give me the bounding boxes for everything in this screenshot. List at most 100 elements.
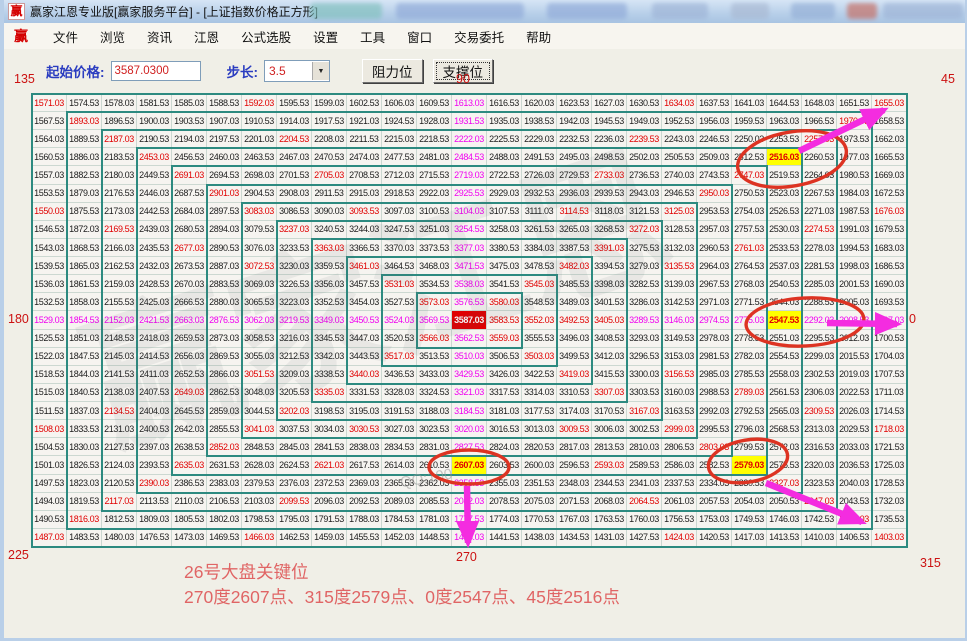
price-cell: 1704.03 <box>872 348 907 366</box>
price-cell: 2918.53 <box>382 185 417 203</box>
price-cell: 1924.53 <box>382 112 417 130</box>
price-cell: 2859.03 <box>207 402 242 420</box>
price-cell: 2866.03 <box>207 366 242 384</box>
chevron-down-icon[interactable]: ▼ <box>312 62 329 80</box>
price-cell: 1466.03 <box>242 529 277 547</box>
price-cell: 2260.53 <box>802 148 837 166</box>
price-cell: 3160.03 <box>662 384 697 402</box>
menu-item[interactable]: 工具 <box>349 24 396 49</box>
price-cell: 2281.53 <box>802 257 837 275</box>
price-cell: 3583.53 <box>487 311 522 329</box>
angle-label-315: 315 <box>920 556 941 570</box>
price-cell: 1557.03 <box>32 166 67 184</box>
price-cell: 1900.03 <box>137 112 172 130</box>
price-cell: 2103.03 <box>242 493 277 511</box>
price-cell: 2957.03 <box>697 221 732 239</box>
price-cell: 1616.53 <box>487 94 522 112</box>
price-cell: 3041.03 <box>242 420 277 438</box>
price-cell: 2838.03 <box>347 438 382 456</box>
price-cell: 2484.53 <box>452 148 487 166</box>
menu-item[interactable]: 资讯 <box>136 24 183 49</box>
price-cell: 1707.53 <box>872 366 907 384</box>
price-cell: 2425.03 <box>137 293 172 311</box>
price-cell: 1987.53 <box>837 203 872 221</box>
price-cell: 1543.03 <box>32 239 67 257</box>
price-cell: 1938.53 <box>522 112 557 130</box>
price-cell: 3436.53 <box>382 366 417 384</box>
menu-item[interactable]: 江恩 <box>183 24 230 49</box>
price-cell: 2106.53 <box>207 493 242 511</box>
price-cell: 1735.53 <box>872 511 907 529</box>
price-cell: 2782.03 <box>732 348 767 366</box>
price-cell: 2127.53 <box>102 438 137 456</box>
menu-item[interactable]: 文件 <box>42 24 89 49</box>
price-cell: 2019.03 <box>837 366 872 384</box>
price-cell: 3422.53 <box>522 366 557 384</box>
price-cell: 2908.03 <box>277 185 312 203</box>
resistance-button[interactable]: 阻力位 <box>362 59 423 83</box>
menu-item[interactable]: 设置 <box>302 24 349 49</box>
price-cell: 1756.53 <box>662 511 697 529</box>
price-cell: 1480.03 <box>102 529 137 547</box>
price-cell: 1763.53 <box>592 511 627 529</box>
price-cell: 1760.03 <box>627 511 662 529</box>
price-cell: 2768.03 <box>732 275 767 293</box>
price-cell: 2743.53 <box>697 166 732 184</box>
censored-blob <box>847 3 877 19</box>
price-cell: 3478.53 <box>522 257 557 275</box>
price-cell: 3275.53 <box>627 239 662 257</box>
price-cell: 2372.53 <box>312 475 347 493</box>
price-cell: 1903.53 <box>172 112 207 130</box>
price-cell: 2120.53 <box>102 475 137 493</box>
price-cell: 2082.03 <box>452 493 487 511</box>
price-cell: 1448.53 <box>417 529 452 547</box>
price-cell: 3247.53 <box>382 221 417 239</box>
step-select[interactable]: 3.5 ▼ <box>264 60 330 82</box>
price-cell: 2803.03 <box>697 438 732 456</box>
price-cell: 2344.53 <box>592 475 627 493</box>
price-cell: 3576.53 <box>452 293 487 311</box>
price-cell: 3034.03 <box>312 420 347 438</box>
price-cell: 2313.03 <box>802 420 837 438</box>
price-cell: 1634.03 <box>662 94 697 112</box>
price-cell: 3527.53 <box>382 293 417 311</box>
menu-item[interactable]: 公式选股 <box>230 24 302 49</box>
price-cell: 2411.03 <box>137 366 172 384</box>
menu-item[interactable]: 窗口 <box>396 24 443 49</box>
price-cell: 3300.03 <box>627 366 662 384</box>
price-cell: 2460.03 <box>207 148 242 166</box>
key-price-cell: 2579.03 <box>732 456 767 474</box>
price-cell: 2138.03 <box>102 384 137 402</box>
price-cell: 1494.03 <box>32 493 67 511</box>
menu-item[interactable]: 浏览 <box>89 24 136 49</box>
price-cell: 2925.53 <box>452 185 487 203</box>
price-cell: 2687.53 <box>172 185 207 203</box>
price-cell: 1452.03 <box>382 529 417 547</box>
price-cell: 3128.53 <box>662 221 697 239</box>
price-cell: 2187.03 <box>102 130 137 148</box>
price-cell: 3447.03 <box>347 330 382 348</box>
menu-item[interactable]: 帮助 <box>515 24 562 49</box>
price-cell: 1420.53 <box>697 529 732 547</box>
price-cell: 3076.03 <box>242 239 277 257</box>
price-cell: 2222.03 <box>452 130 487 148</box>
price-cell: 2341.03 <box>627 475 662 493</box>
price-cell: 3587.03 <box>452 311 487 329</box>
price-cell: 2285.03 <box>802 275 837 293</box>
price-cell: 1522.03 <box>32 348 67 366</box>
start-price-input[interactable] <box>111 61 201 81</box>
price-cell: 3069.03 <box>242 275 277 293</box>
menu-item[interactable]: 交易委托 <box>443 24 515 49</box>
price-cell: 2701.53 <box>277 166 312 184</box>
app-logo-icon: 赢 <box>8 3 25 20</box>
price-cell: 3335.03 <box>312 384 347 402</box>
price-cell: 2295.53 <box>802 330 837 348</box>
price-cell: 1847.53 <box>67 348 102 366</box>
angle-label-180: 180 <box>8 312 29 326</box>
price-cell: 1585.03 <box>172 94 207 112</box>
price-cell: 2435.53 <box>137 239 172 257</box>
price-cell: 2474.03 <box>347 148 382 166</box>
price-cell: 3503.03 <box>522 348 557 366</box>
price-cell: 2519.53 <box>767 166 802 184</box>
price-cell: 2505.53 <box>662 148 697 166</box>
